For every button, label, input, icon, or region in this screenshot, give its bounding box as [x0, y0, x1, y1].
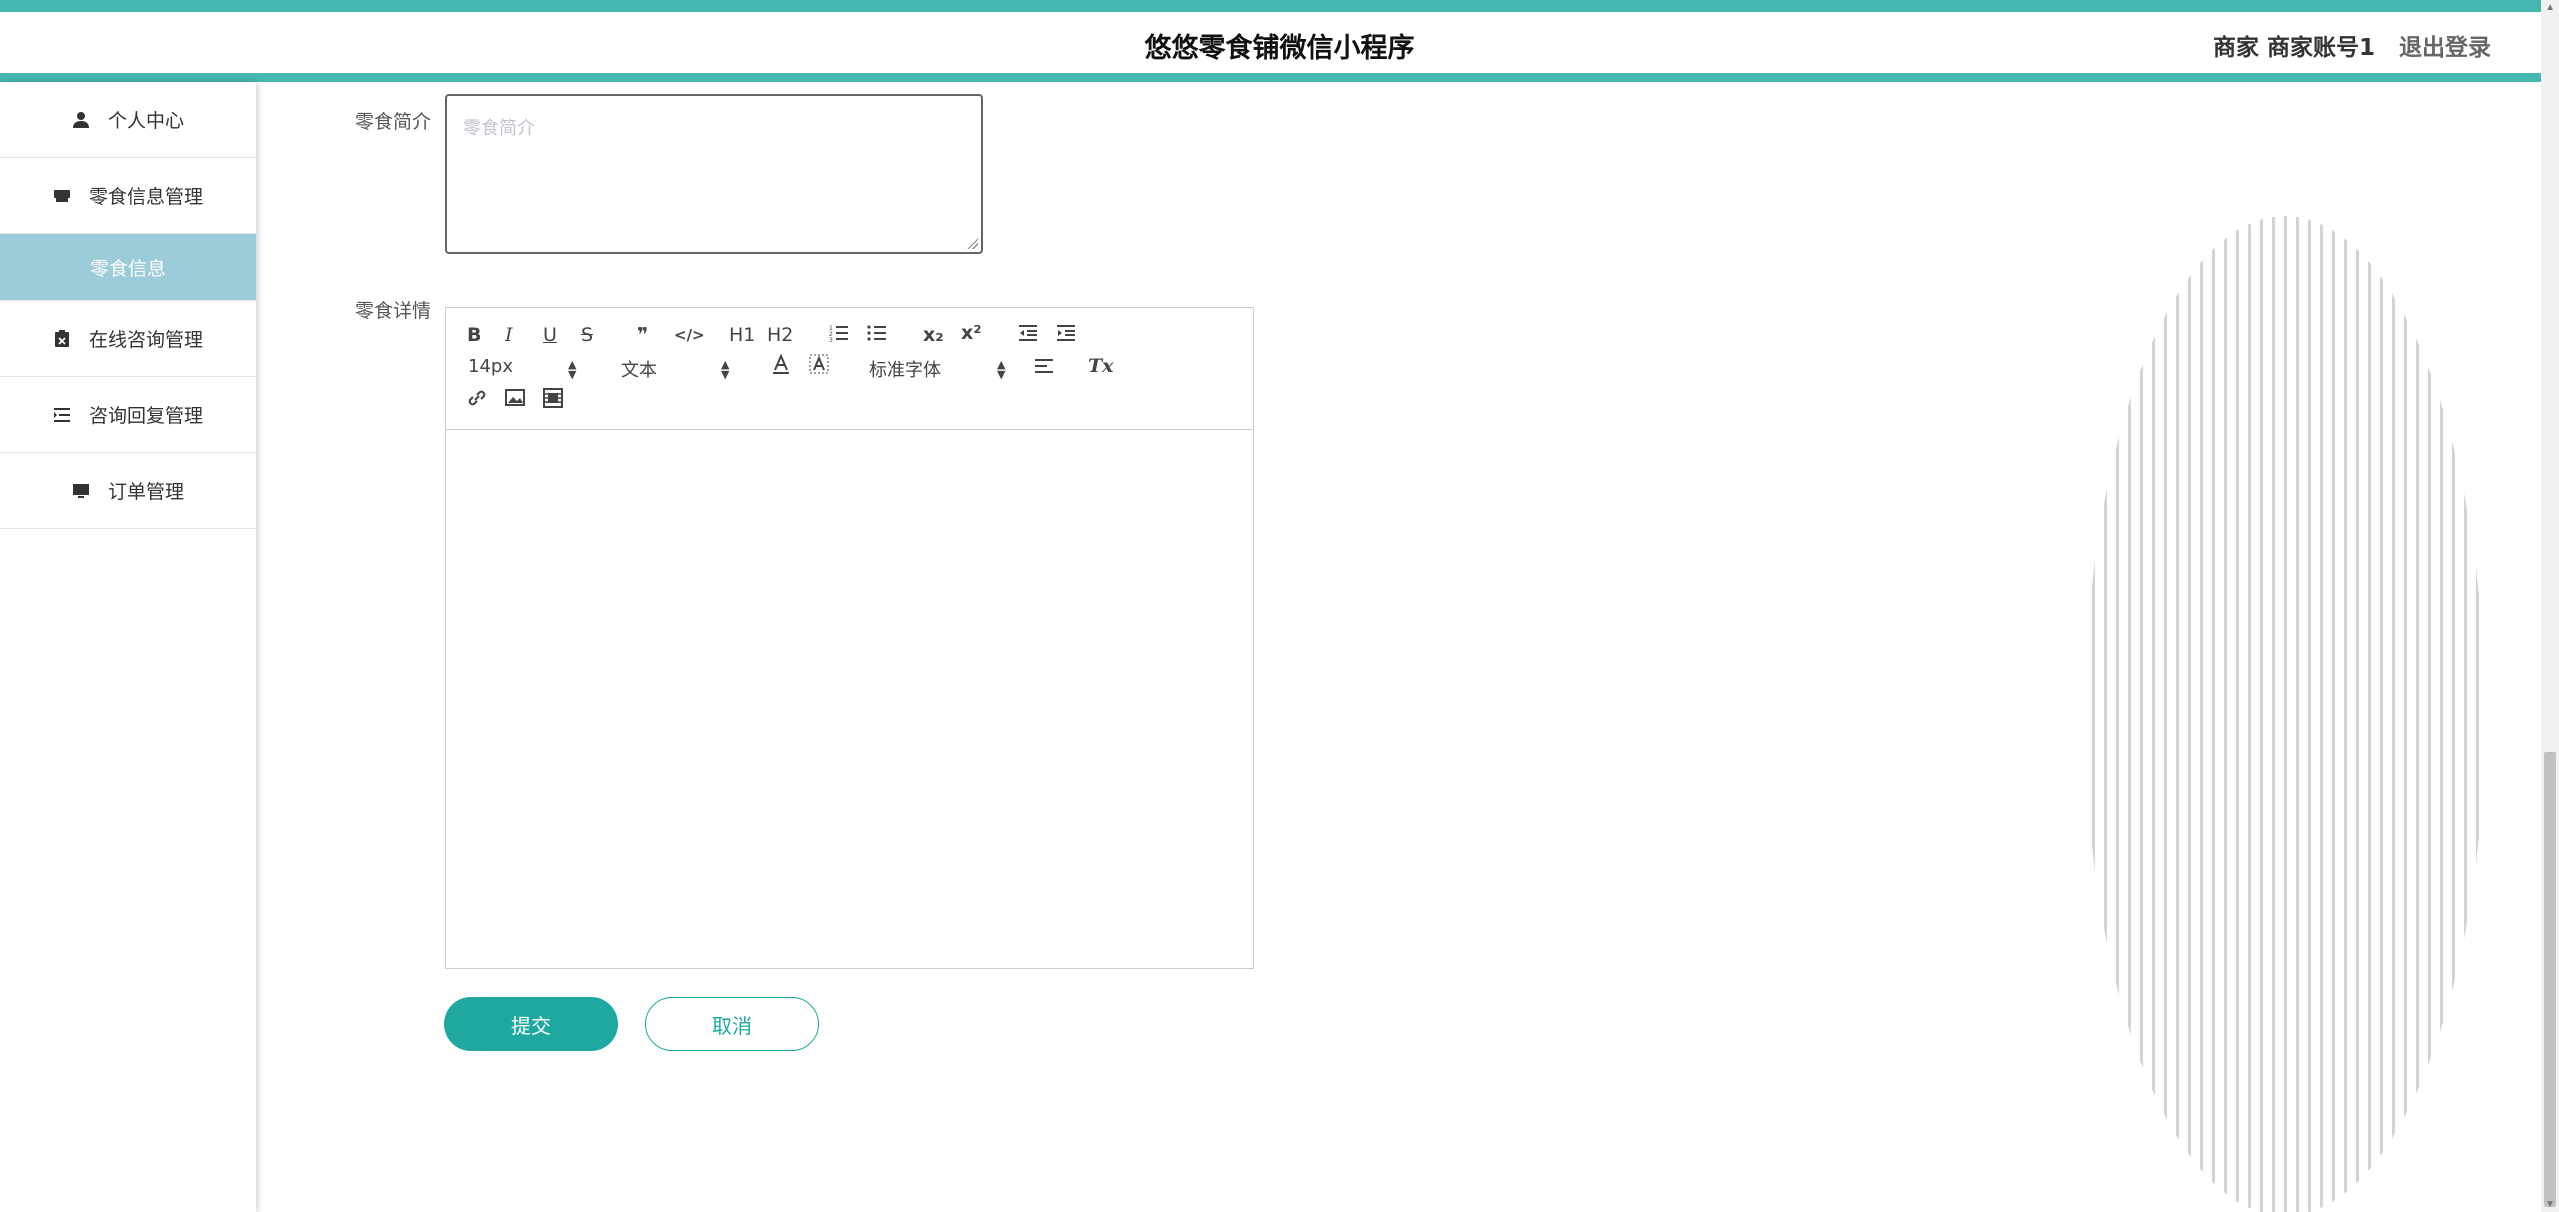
select-arrows-icon: ▲ ▼ [721, 358, 730, 381]
font-size-select[interactable]: 14px ▲ ▼ [468, 356, 580, 381]
user-role: 商家 商家账号1 [2212, 35, 2375, 61]
decorative-striped-ellipse [2085, 216, 2485, 1212]
superscript-button[interactable]: x² [961, 321, 982, 345]
sidebar-item-consult-management[interactable]: 在线咨询管理 [0, 301, 256, 377]
scroll-down-icon[interactable]: ▼ [2545, 1199, 2555, 1210]
sidebar-item-label: 订单管理 [107, 481, 184, 503]
sidebar-item-order-management[interactable]: 订单管理 [0, 453, 256, 529]
intro-label: 零食简介 [355, 111, 432, 133]
submit-button[interactable]: 提交 [444, 997, 618, 1051]
strike-button[interactable]: S [581, 323, 593, 347]
sidebar-item-label: 零食信息管理 [88, 186, 203, 208]
clipboard-icon [53, 329, 71, 348]
list-indent-icon [53, 406, 71, 424]
select-arrows-icon: ▲ ▼ [997, 358, 1006, 381]
header-style-value: 文本 [621, 360, 657, 381]
resize-handle[interactable] [966, 237, 978, 249]
bullet-list-icon[interactable] [867, 323, 887, 349]
bold-button[interactable]: B [467, 323, 481, 347]
app-title: 悠悠零食铺微信小程序 [1144, 33, 1415, 64]
user-icon [72, 111, 90, 129]
sidebar-item-reply-management[interactable]: 咨询回复管理 [0, 377, 256, 453]
logout-link[interactable]: 退出登录 [2399, 28, 2491, 62]
sidebar: 个人中心 零食信息管理 零食信息 在线咨询管理 咨询回复管理 订单管理 [0, 82, 256, 1212]
background-color-icon[interactable] [809, 354, 829, 382]
monitor-icon [72, 482, 90, 500]
sidebar-item-snack-management[interactable]: 零食信息管理 [0, 158, 256, 234]
outdent-icon[interactable] [1018, 323, 1038, 349]
cancel-button[interactable]: 取消 [645, 997, 819, 1051]
indent-icon[interactable] [1056, 323, 1076, 349]
align-icon[interactable] [1034, 356, 1054, 382]
svg-text:3: 3 [829, 337, 833, 343]
sidebar-item-profile[interactable]: 个人中心 [0, 82, 256, 158]
intro-placeholder: 零食简介 [463, 118, 535, 139]
editor-content[interactable] [446, 430, 1253, 969]
underline-button[interactable]: U [543, 323, 557, 347]
font-color-icon[interactable] [771, 353, 791, 382]
video-icon[interactable] [543, 388, 563, 414]
italic-button[interactable]: I [505, 323, 513, 347]
h1-button[interactable]: H1 [729, 323, 755, 347]
select-arrows-icon: ▲ ▼ [568, 358, 577, 381]
header-style-select[interactable]: 文本 ▲ ▼ [621, 356, 733, 382]
tray-icon [53, 187, 71, 205]
image-icon[interactable] [505, 388, 525, 414]
sidebar-item-label: 个人中心 [107, 110, 184, 132]
link-icon[interactable] [467, 388, 487, 414]
sidebar-item-label: 零食信息 [89, 257, 166, 280]
clear-format-button[interactable]: Tx [1088, 354, 1113, 378]
scrollbar-thumb[interactable] [2544, 752, 2556, 1207]
ordered-list-icon[interactable]: 123 [829, 323, 849, 349]
h2-button[interactable]: H2 [767, 323, 793, 347]
subscript-button[interactable]: x₂ [923, 323, 944, 347]
sidebar-item-label: 咨询回复管理 [88, 405, 203, 427]
sidebar-item-label: 在线咨询管理 [88, 329, 203, 351]
rich-text-editor: B I U S ❞ </> H1 H2 123 x₂ x² 14px ▲ ▼ 文本… [445, 307, 1254, 969]
detail-label: 零食详情 [355, 300, 432, 322]
sidebar-item-snack-info[interactable]: 零食信息 [0, 234, 256, 301]
page-scrollbar[interactable]: ▲ ▼ [2541, 0, 2559, 1212]
intro-textarea[interactable]: 零食简介 [445, 94, 983, 254]
blockquote-button[interactable]: ❞ [637, 323, 648, 347]
scroll-up-icon[interactable]: ▲ [2545, 2, 2555, 13]
editor-toolbar: B I U S ❞ </> H1 H2 123 x₂ x² 14px ▲ ▼ 文本… [446, 308, 1253, 430]
font-size-value: 14px [468, 356, 513, 377]
code-button[interactable]: </> [674, 323, 705, 347]
top-bar: 悠悠零食铺微信小程序 商家 商家账号1 退出登录 [0, 0, 2559, 82]
font-family-select[interactable]: 标准字体 ▲ ▼ [869, 356, 1009, 382]
font-family-value: 标准字体 [869, 360, 941, 381]
